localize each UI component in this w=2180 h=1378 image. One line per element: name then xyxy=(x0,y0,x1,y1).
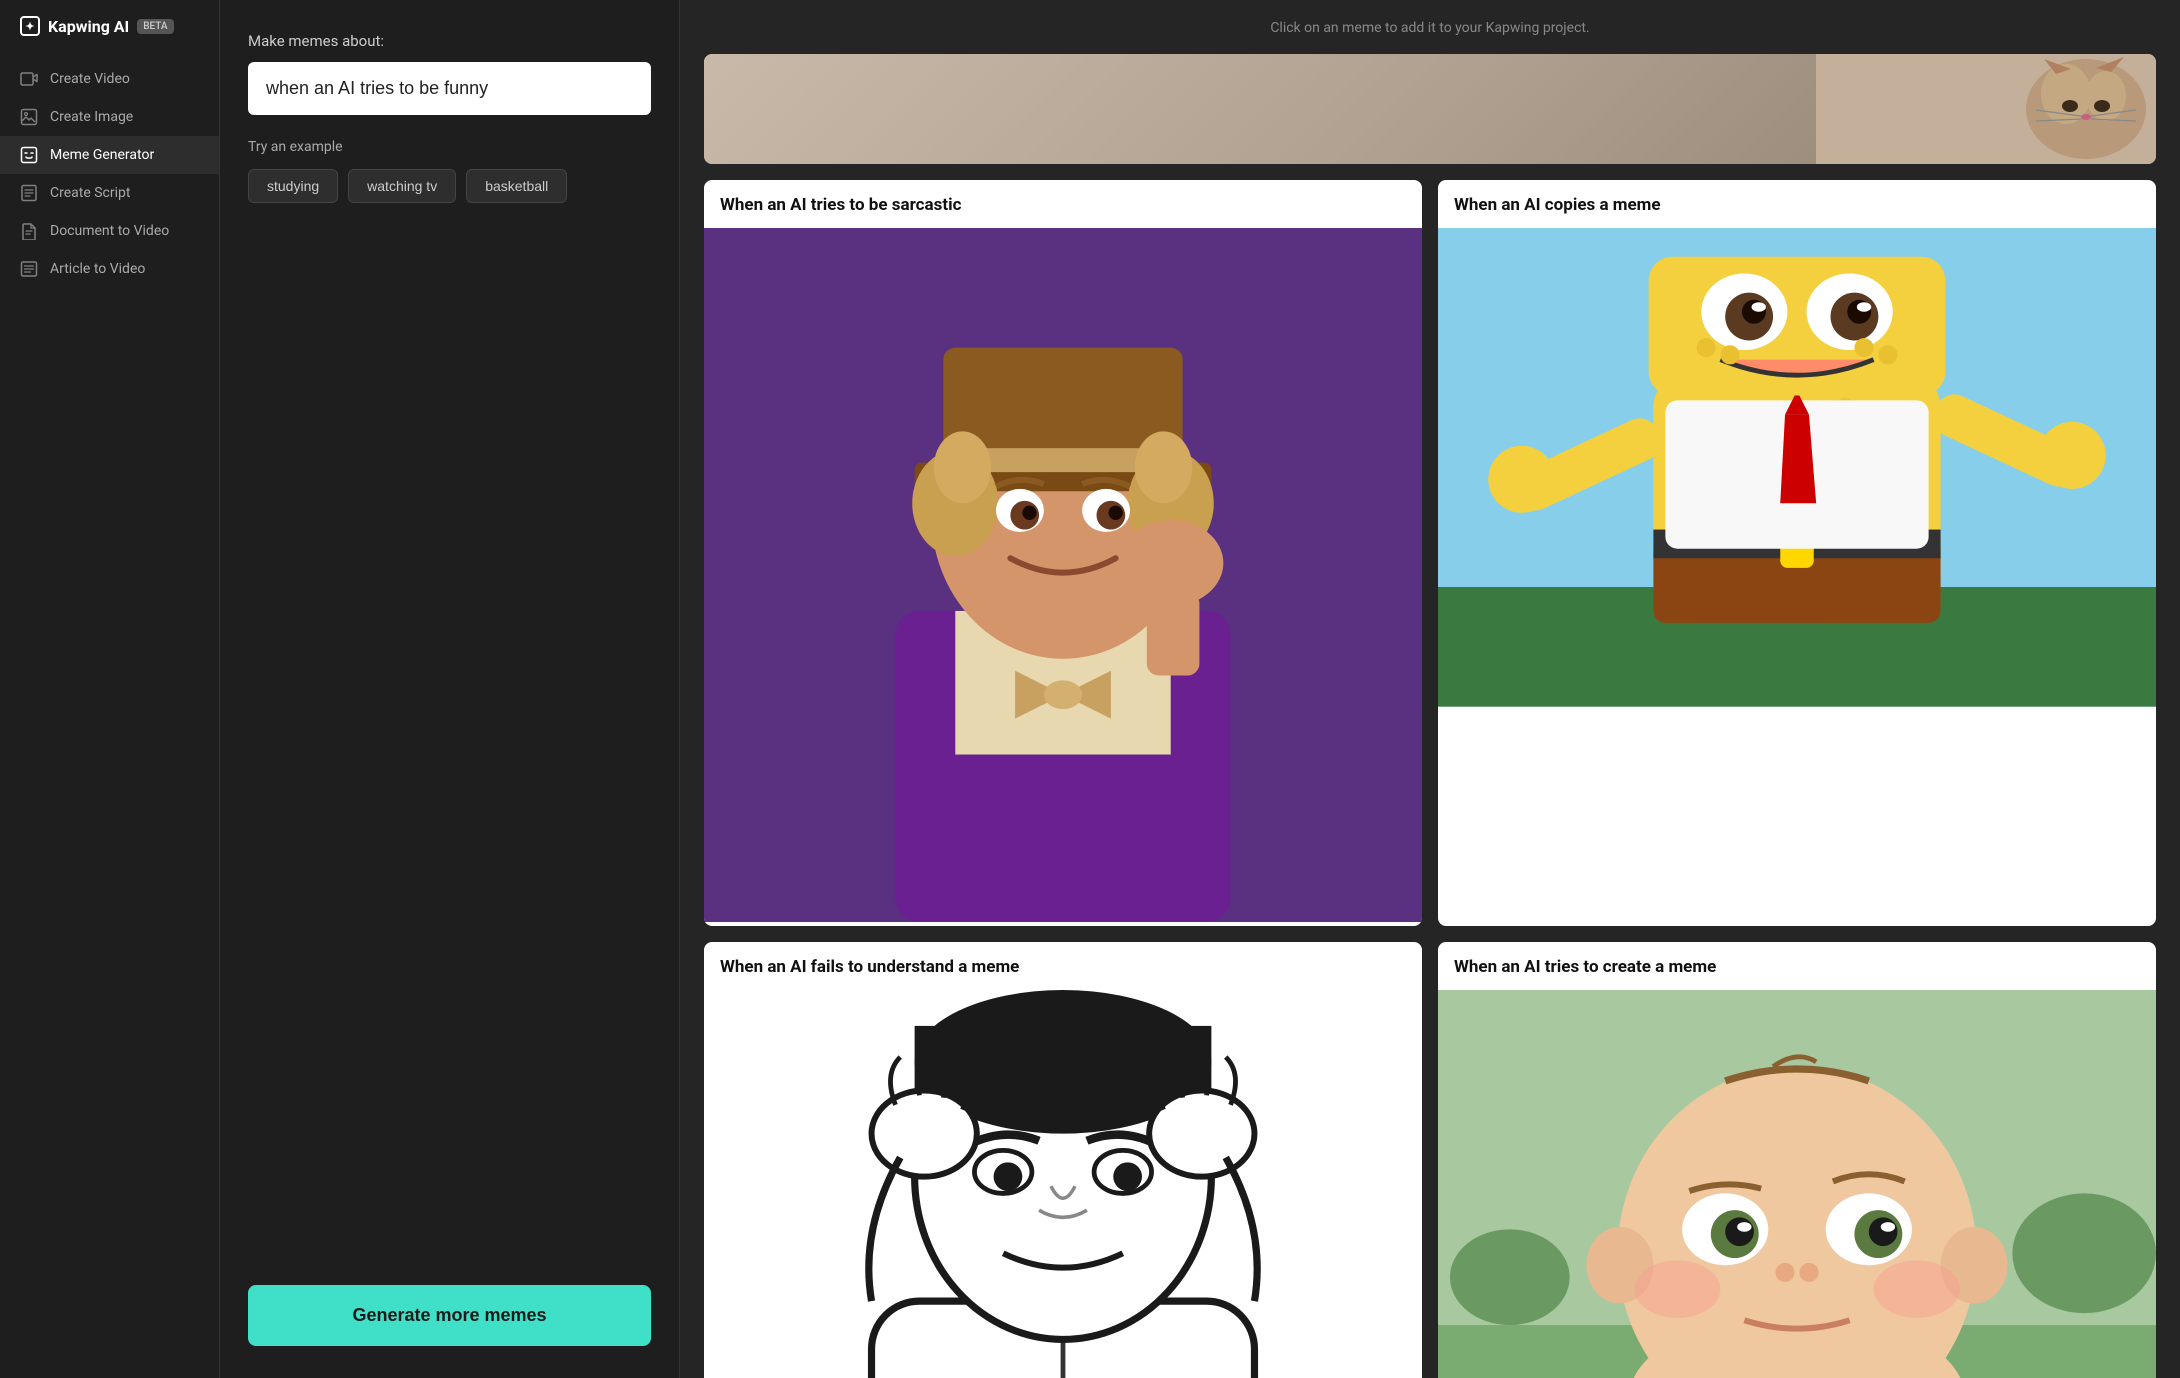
left-panel: Make memes about: Try an example studyin… xyxy=(220,0,680,1378)
meme-card-copies-meme[interactable]: When an AI copies a meme xyxy=(1438,180,2156,926)
sidebar-item-label: Create Video xyxy=(50,71,130,87)
sidebar-item-document-to-video[interactable]: Document to Video xyxy=(0,212,219,250)
make-memes-label: Make memes about: xyxy=(248,32,651,50)
try-example-label: Try an example xyxy=(248,139,651,155)
meme-topic-input[interactable] xyxy=(248,62,651,115)
sidebar: ✦ Kapwing AI BETA Create Video Create Im… xyxy=(0,0,220,1378)
meme-card-fails-understand[interactable]: When an AI fails to understand a meme xyxy=(704,942,1422,1378)
script-icon xyxy=(20,184,38,202)
app-logo: ✦ Kapwing AI BETA xyxy=(0,0,219,52)
meme-title-sarcastic: When an AI tries to be sarcastic xyxy=(704,180,1422,228)
jackie-svg xyxy=(704,990,1422,1378)
beta-badge: BETA xyxy=(137,19,173,34)
sidebar-item-create-image[interactable]: Create Image xyxy=(0,98,219,136)
example-buttons: studying watching tv basketball xyxy=(248,169,651,203)
meme-title-fails-understand: When an AI fails to understand a meme xyxy=(704,942,1422,990)
meme-image-copies-meme xyxy=(1438,228,2156,711)
baby-svg xyxy=(1438,990,2156,1378)
right-panel: Click on an meme to add it to your Kapwi… xyxy=(680,0,2180,1378)
app-name: Kapwing AI xyxy=(48,17,129,36)
click-hint: Click on an meme to add it to your Kapwi… xyxy=(704,20,2156,36)
meme-title-tries-create: When an AI tries to create a meme xyxy=(1438,942,2156,990)
sidebar-item-label: Article to Video xyxy=(50,261,145,277)
sidebar-item-meme-generator[interactable]: Meme Generator xyxy=(0,136,219,174)
example-btn-basketball[interactable]: basketball xyxy=(466,169,567,203)
example-btn-watching-tv[interactable]: watching tv xyxy=(348,169,456,203)
meme-grid: When an AI tries to be sarcastic xyxy=(704,54,2156,1378)
sidebar-item-label: Meme Generator xyxy=(50,147,154,163)
logo-icon: ✦ xyxy=(20,16,40,36)
sidebar-item-create-video[interactable]: Create Video xyxy=(0,60,219,98)
main-content: Make memes about: Try an example studyin… xyxy=(220,0,2180,1378)
image-icon xyxy=(20,108,38,126)
meme-image-fails-understand xyxy=(704,990,1422,1378)
meme-card-sarcastic[interactable]: When an AI tries to be sarcastic xyxy=(704,180,1422,926)
example-btn-studying[interactable]: studying xyxy=(248,169,338,203)
article-icon xyxy=(20,260,38,278)
meme-card-top-partial[interactable] xyxy=(704,54,2156,164)
wonka-svg xyxy=(704,228,1422,922)
spongebob-svg xyxy=(1438,228,2156,707)
sidebar-item-label: Create Image xyxy=(50,109,133,125)
generate-more-memes-button[interactable]: Generate more memes xyxy=(248,1285,651,1346)
cat-image xyxy=(1816,54,2156,164)
meme-image-sarcastic xyxy=(704,228,1422,926)
meme-title-copies-meme: When an AI copies a meme xyxy=(1438,180,2156,228)
meme-image-tries-create xyxy=(1438,990,2156,1378)
sidebar-nav: Create Video Create Image Meme Generator xyxy=(0,52,219,1378)
document-icon xyxy=(20,222,38,240)
video-icon xyxy=(20,70,38,88)
sidebar-item-article-to-video[interactable]: Article to Video xyxy=(0,250,219,288)
meme-card-tries-create[interactable]: When an AI tries to create a meme xyxy=(1438,942,2156,1378)
meme-icon xyxy=(20,146,38,164)
sidebar-item-create-script[interactable]: Create Script xyxy=(0,174,219,212)
sidebar-item-label: Document to Video xyxy=(50,223,169,239)
sidebar-item-label: Create Script xyxy=(50,185,130,201)
